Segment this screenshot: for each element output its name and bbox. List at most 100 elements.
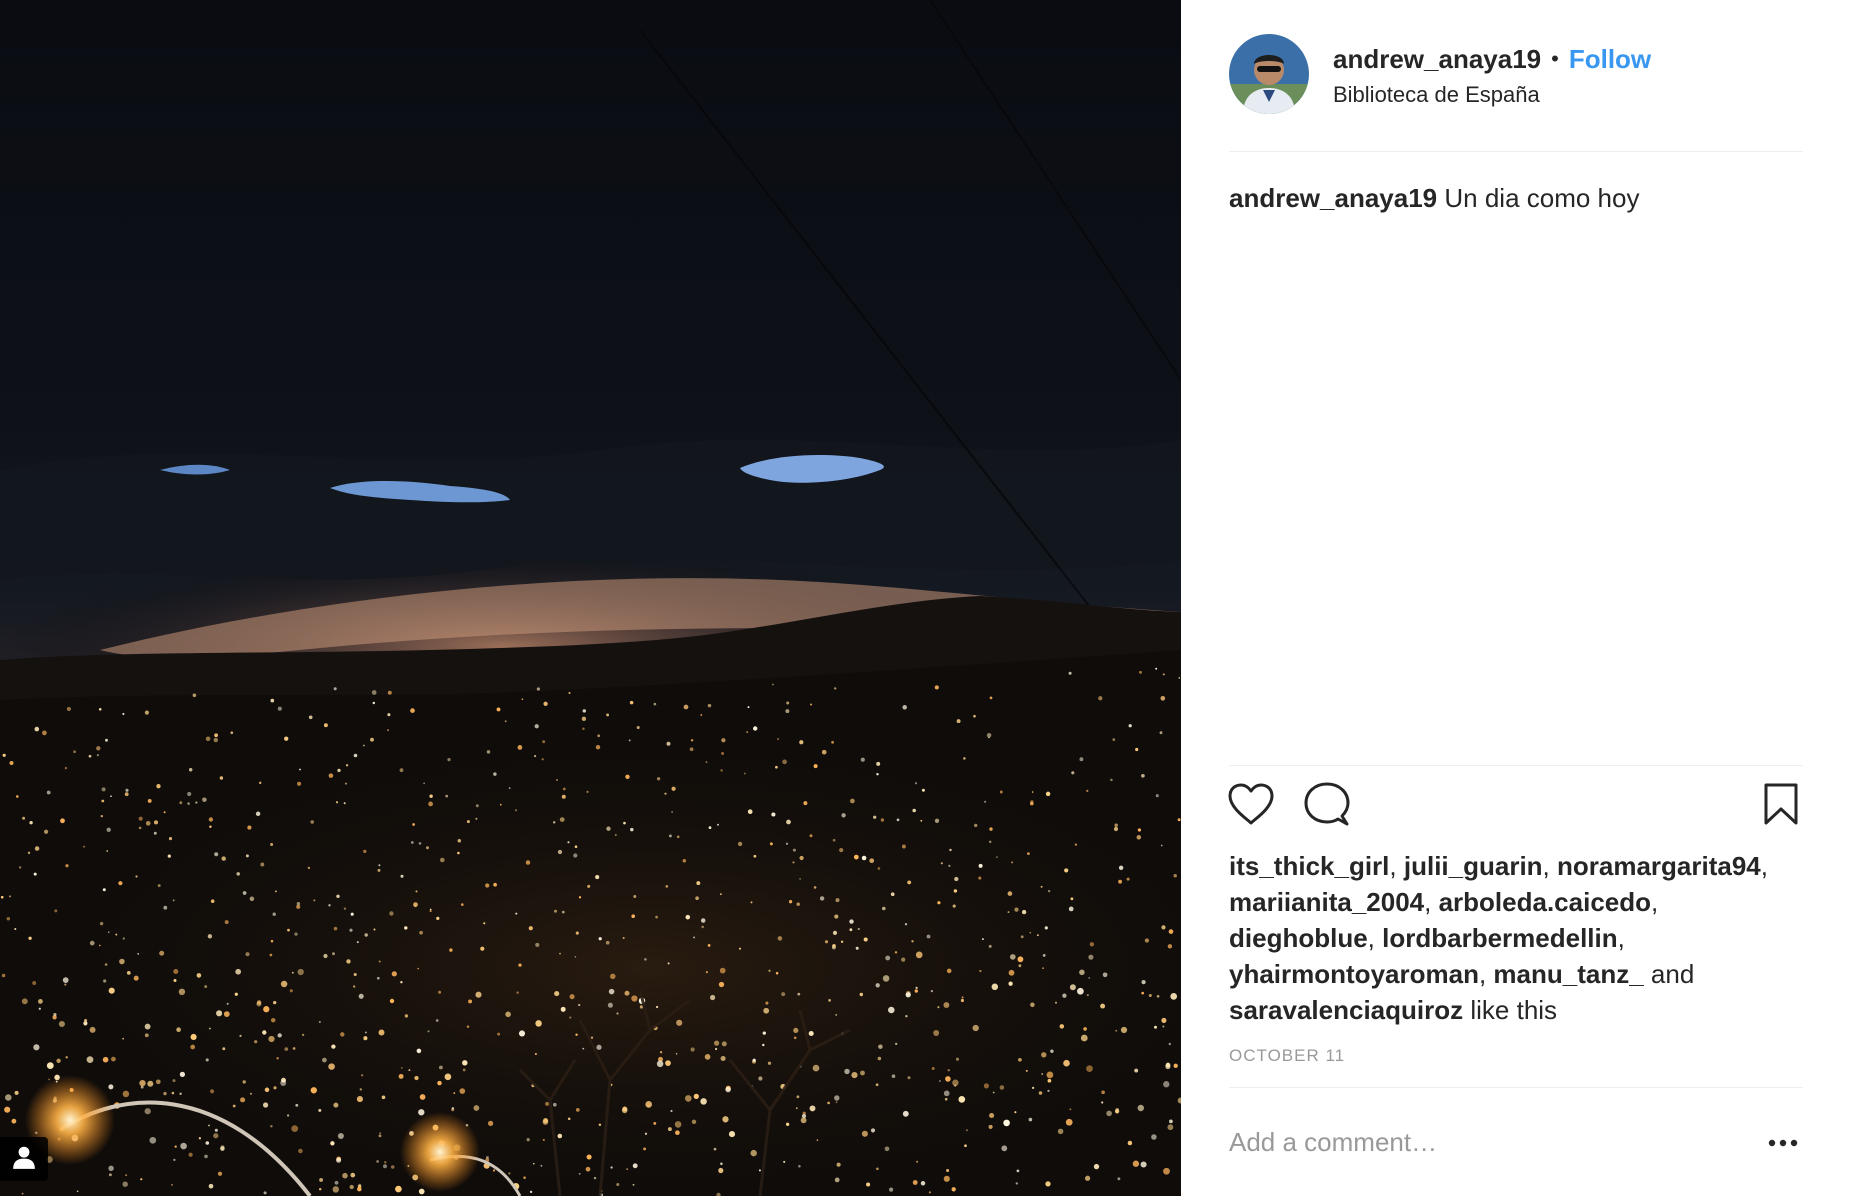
city-light [835, 1101, 838, 1104]
city-light [178, 988, 186, 996]
follow-button[interactable]: Follow [1569, 42, 1651, 76]
city-light [336, 1157, 342, 1163]
user-tag-button[interactable] [0, 1137, 48, 1181]
city-light [310, 820, 314, 824]
city-light [349, 1184, 354, 1190]
city-light [700, 1098, 707, 1105]
liker-link[interactable]: julii_guarin [1404, 851, 1543, 881]
city-light [552, 821, 556, 824]
city-light [144, 1108, 151, 1115]
city-light [710, 994, 716, 1001]
liker-link[interactable]: its_thick_girl [1229, 851, 1389, 881]
city-light [436, 916, 440, 921]
city-light [1041, 1073, 1044, 1075]
city-light [676, 835, 680, 839]
city-light [725, 1086, 731, 1093]
city-light [1003, 1119, 1010, 1127]
city-light [140, 1178, 143, 1181]
city-light [1050, 1049, 1054, 1053]
city-light [294, 932, 298, 936]
city-light [221, 856, 226, 861]
city-light [875, 983, 880, 988]
city-light [400, 981, 403, 984]
liker-link[interactable]: manu_tanz_ [1493, 959, 1643, 989]
city-light [978, 876, 982, 880]
city-light [715, 1047, 718, 1051]
city-light [532, 1162, 535, 1165]
city-light [460, 903, 464, 906]
city-light [330, 1141, 335, 1146]
city-light [747, 809, 753, 815]
avatar[interactable] [1229, 34, 1309, 114]
city-light [557, 1133, 563, 1139]
location-link[interactable]: Biblioteca de España [1333, 80, 1651, 110]
city-light [497, 1032, 501, 1036]
city-light [916, 1160, 919, 1163]
city-light [346, 959, 351, 964]
city-light [277, 1033, 282, 1038]
liker-link[interactable]: yhairmontoyaroman [1229, 959, 1479, 989]
more-options-button[interactable] [1763, 1123, 1803, 1163]
city-light [933, 1030, 940, 1036]
city-light [485, 883, 490, 888]
city-light [575, 931, 579, 935]
liker-link[interactable]: saravalenciaquiroz [1229, 995, 1463, 1025]
city-light [223, 1011, 230, 1017]
city-light [273, 1000, 277, 1005]
city-light [965, 1129, 968, 1132]
liker-link[interactable]: mariianita_2004 [1229, 887, 1424, 917]
author-username[interactable]: andrew_anaya19 [1333, 42, 1541, 76]
city-light [578, 896, 582, 899]
city-light [984, 800, 987, 803]
likes-separator: , [1478, 959, 1494, 989]
comment-button[interactable] [1301, 780, 1353, 832]
save-button[interactable] [1755, 780, 1807, 832]
post-timestamp[interactable]: October 11 [1229, 1046, 1803, 1066]
city-light [104, 963, 108, 966]
city-light [674, 1121, 682, 1128]
city-light [372, 701, 376, 705]
city-light [337, 1132, 344, 1140]
city-light [585, 1166, 591, 1172]
city-light [9, 761, 14, 765]
city-light [204, 1154, 208, 1159]
city-light [274, 890, 277, 893]
city-light [108, 1173, 112, 1177]
liker-link[interactable]: noramargarita94 [1557, 851, 1761, 881]
city-light [542, 740, 546, 744]
city-light [22, 816, 26, 820]
city-light [163, 1091, 167, 1096]
city-light [720, 769, 723, 772]
comment-input[interactable] [1229, 1127, 1763, 1158]
city-light [762, 1031, 766, 1035]
city-light [363, 744, 365, 747]
city-light [176, 1027, 181, 1033]
city-light [707, 944, 711, 947]
city-light [168, 837, 173, 841]
city-light [459, 1088, 466, 1094]
liker-link[interactable]: dieghoblue [1229, 923, 1368, 953]
city-light [851, 1072, 858, 1079]
city-light [415, 890, 418, 893]
liker-link[interactable]: lordbarbermedellin [1382, 923, 1618, 953]
liker-link[interactable]: arboleda.caicedo [1439, 887, 1651, 917]
city-light [1169, 1119, 1173, 1124]
city-light [798, 1164, 801, 1168]
city-light [249, 1092, 253, 1095]
city-light [762, 1043, 765, 1047]
city-light [1086, 1065, 1093, 1072]
city-light [704, 1054, 711, 1060]
city-light [905, 992, 911, 998]
caption-username[interactable]: andrew_anaya19 [1229, 183, 1437, 213]
like-button[interactable] [1225, 780, 1277, 832]
city-light [944, 1097, 948, 1101]
city-light [853, 854, 859, 860]
city-light [96, 746, 101, 751]
post-photo[interactable] [0, 0, 1181, 1196]
city-light [208, 817, 214, 822]
city-light [567, 841, 570, 844]
city-light [598, 1123, 602, 1127]
city-light [713, 1147, 717, 1151]
city-light [174, 1145, 177, 1148]
city-light [219, 776, 224, 780]
